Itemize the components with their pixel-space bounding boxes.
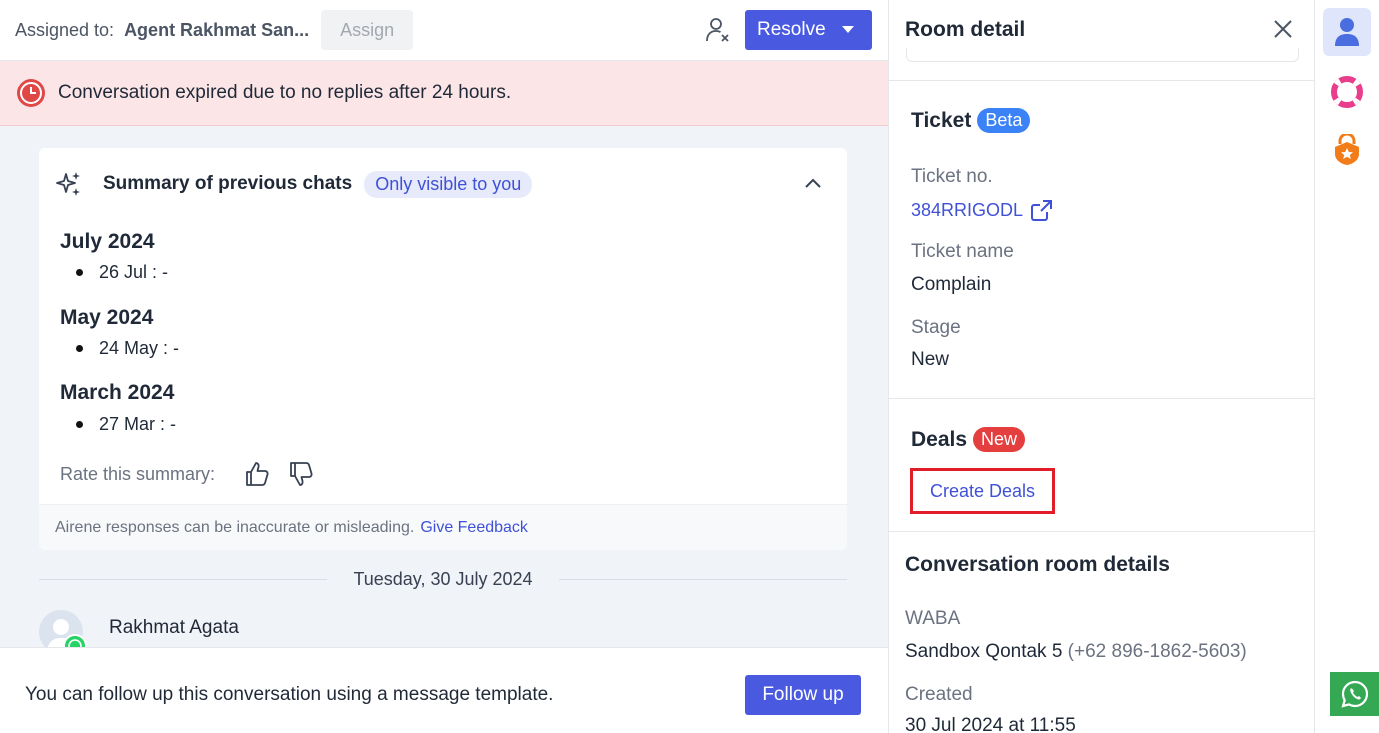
ticket-no-label: Ticket no. xyxy=(911,166,993,187)
room-detail-title: Room detail xyxy=(905,18,1026,41)
deals-section-title: Deals New xyxy=(911,427,1026,452)
resolve-button-label: Resolve xyxy=(757,19,826,40)
summary-item: 27 Mar : - xyxy=(76,414,176,435)
assign-button[interactable]: Assign xyxy=(321,10,414,50)
created-value: 30 Jul 2024 at 11:55 xyxy=(905,715,1076,733)
create-deals-label: Create Deals xyxy=(929,480,1036,501)
chevron-up-icon[interactable] xyxy=(803,176,823,190)
visibility-badge: Only visible to you xyxy=(364,170,533,198)
deals-title: Deals xyxy=(911,427,968,451)
summary-month-heading: May 2024 xyxy=(60,306,154,329)
divider-line xyxy=(39,578,328,580)
room-detail-panel: Room detail Ticket Beta Ticket no. 384RR… xyxy=(888,0,1315,733)
external-link-icon[interactable] xyxy=(1029,197,1055,223)
waba-label: WABA xyxy=(905,608,961,629)
stage-value: New xyxy=(911,349,950,370)
ticket-title: Ticket xyxy=(911,108,972,132)
created-label: Created xyxy=(905,684,973,705)
whatsapp-rail-button[interactable] xyxy=(1330,672,1379,716)
close-icon[interactable] xyxy=(1272,18,1294,40)
waba-phone: (+62 896-1862-5603) xyxy=(1067,641,1247,662)
followup-message: You can follow up this conversation usin… xyxy=(25,684,554,705)
chevron-down-icon xyxy=(842,26,854,33)
summary-item-text: 27 Mar : - xyxy=(99,414,177,434)
lifebuoy-icon xyxy=(1331,76,1363,108)
summary-item-text: 24 May : - xyxy=(99,338,180,358)
section-divider xyxy=(889,398,1314,399)
date-divider-text: Tuesday, 30 July 2024 xyxy=(353,568,533,589)
rate-summary-label: Rate this summary: xyxy=(60,463,216,484)
expired-banner: Conversation expired due to no replies a… xyxy=(0,61,888,126)
sparkle-icon xyxy=(56,172,80,196)
waba-name: Sandbox Qontak 5 xyxy=(905,641,1063,662)
disclaimer-text: Airene responses can be inaccurate or mi… xyxy=(55,518,415,536)
rail-support-button[interactable] xyxy=(1323,68,1371,116)
rail-profile-button[interactable] xyxy=(1323,8,1371,56)
expired-clock-icon xyxy=(17,79,45,107)
section-divider xyxy=(889,80,1314,81)
summary-item: 24 May : - xyxy=(76,338,179,359)
thumbs-down-icon[interactable] xyxy=(287,460,315,488)
ticket-no-value: 384RRIGODL xyxy=(911,199,1024,220)
unassign-person-icon[interactable] xyxy=(705,16,731,44)
conversation-topbar: Assigned to: Agent Rakhmat San... Assign… xyxy=(0,0,888,61)
previous-card-edge xyxy=(906,48,1299,62)
user-profile-icon xyxy=(1335,18,1359,46)
date-divider: Tuesday, 30 July 2024 xyxy=(39,566,847,592)
ticket-section-title: Ticket Beta xyxy=(911,108,1031,133)
new-badge: New xyxy=(973,427,1026,452)
stage-label: Stage xyxy=(911,317,961,338)
conversation-details-title: Conversation room details xyxy=(905,553,1170,576)
right-icon-rail xyxy=(1315,0,1379,733)
assigned-to-label: Assigned to: xyxy=(15,19,115,40)
thumbs-up-icon[interactable] xyxy=(243,460,271,488)
whatsapp-icon xyxy=(1340,680,1368,708)
create-deals-button[interactable]: Create Deals xyxy=(910,468,1055,514)
summary-item: 26 Jul : - xyxy=(76,262,168,283)
rate-summary: Rate this summary: xyxy=(60,460,315,488)
ticket-no-link[interactable]: 384RRIGODL xyxy=(911,197,1055,223)
conversation-panel: Assigned to: Agent Rakhmat San... Assign… xyxy=(0,0,888,733)
summary-month-heading: March 2024 xyxy=(60,381,175,404)
follow-up-button[interactable]: Follow up xyxy=(745,675,861,715)
summary-header: Summary of previous chats Only visible t… xyxy=(55,170,533,198)
summary-title: Summary of previous chats xyxy=(103,173,353,194)
ticket-name-value: Complain xyxy=(911,274,992,295)
sender-name: Rakhmat Agata xyxy=(109,617,239,638)
resolve-button[interactable]: Resolve xyxy=(745,10,872,50)
ai-disclaimer: Airene responses can be inaccurate or mi… xyxy=(39,504,847,550)
expired-message: Conversation expired due to no replies a… xyxy=(58,82,512,103)
waba-value: Sandbox Qontak 5 (+62 896-1862-5603) xyxy=(905,641,1247,663)
section-divider xyxy=(889,531,1314,532)
beta-badge: Beta xyxy=(977,108,1031,133)
give-feedback-link[interactable]: Give Feedback xyxy=(420,519,528,537)
shield-badge-icon xyxy=(1335,134,1359,165)
followup-bar: You can follow up this conversation usin… xyxy=(0,647,888,733)
rail-shield-button[interactable] xyxy=(1323,126,1371,174)
chat-summary-card: Summary of previous chats Only visible t… xyxy=(39,148,847,550)
summary-month-heading: July 2024 xyxy=(60,230,155,253)
summary-item-text: 26 Jul : - xyxy=(99,262,169,282)
divider-line xyxy=(558,578,847,580)
ticket-name-label: Ticket name xyxy=(911,241,1014,262)
assigned-agent-name: Agent Rakhmat San... xyxy=(124,19,310,40)
